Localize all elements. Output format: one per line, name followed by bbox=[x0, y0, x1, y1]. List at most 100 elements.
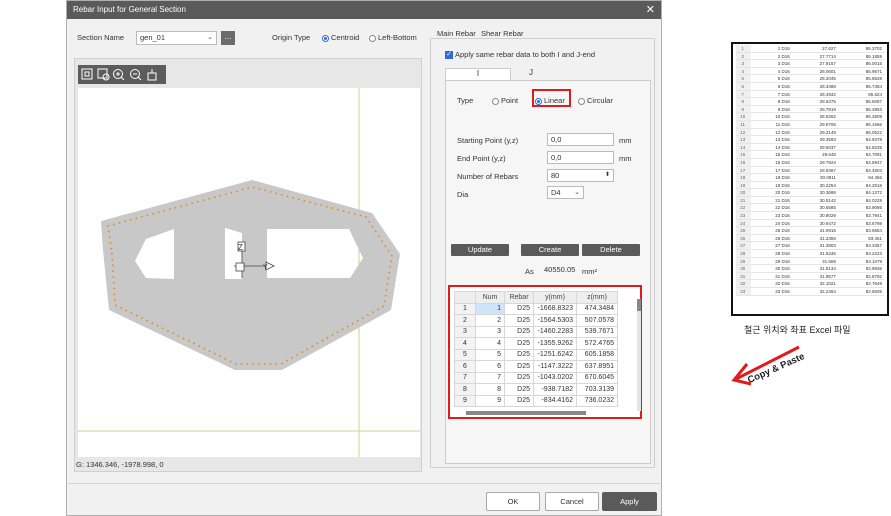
table-cell[interactable]: -938.7182 bbox=[533, 383, 577, 396]
table-row[interactable]: 6 6 D25 -1147.3222 637.8951 bbox=[454, 360, 618, 373]
table-vertical-scrollbar[interactable] bbox=[637, 299, 641, 411]
excel-cell: 83.1079 bbox=[865, 258, 882, 264]
excel-cell: 3 D16 bbox=[777, 61, 790, 67]
table-cell[interactable]: D25 bbox=[504, 383, 534, 396]
table-cell[interactable]: 3 bbox=[454, 325, 476, 338]
table-cell[interactable]: 5 bbox=[475, 348, 505, 361]
table-cell[interactable]: 9 bbox=[475, 394, 505, 407]
table-cell[interactable]: D25 bbox=[504, 325, 534, 338]
table-cell[interactable]: 3 bbox=[475, 325, 505, 338]
type-circular-radio[interactable]: Circular bbox=[578, 96, 613, 105]
table-cell[interactable]: D25 bbox=[504, 371, 534, 384]
table-row[interactable]: 7 7 D25 -1043.0202 670.6045 bbox=[454, 371, 618, 384]
type-point-radio[interactable]: Point bbox=[492, 96, 518, 105]
ok-button[interactable]: OK bbox=[486, 492, 540, 511]
table-cell[interactable]: 539.7671 bbox=[576, 325, 618, 338]
column-header[interactable]: Num bbox=[475, 291, 505, 304]
excel-cell: 30.2254 bbox=[819, 182, 836, 188]
table-cell[interactable]: D25 bbox=[504, 337, 534, 350]
apply-button[interactable]: Apply bbox=[602, 492, 657, 511]
table-cell[interactable]: 703.3139 bbox=[576, 383, 618, 396]
table-cell[interactable]: 1 bbox=[454, 302, 476, 315]
table-cell[interactable]: 4 bbox=[475, 337, 505, 350]
zoom-out-icon[interactable] bbox=[130, 69, 142, 81]
section-canvas[interactable]: Z Y bbox=[78, 88, 420, 457]
table-row[interactable]: 3 3 D25 -1460.2283 539.7671 bbox=[454, 325, 618, 338]
column-header[interactable]: Rebar bbox=[504, 291, 534, 304]
table-cell[interactable]: 2 bbox=[454, 314, 476, 327]
table-cell[interactable]: -1043.0202 bbox=[533, 371, 577, 384]
table-cell[interactable]: 6 bbox=[454, 360, 476, 373]
table-cell[interactable]: -1251.6242 bbox=[533, 348, 577, 361]
column-header[interactable]: z(mm) bbox=[576, 291, 618, 304]
table-cell[interactable]: 670.6045 bbox=[576, 371, 618, 384]
table-cell[interactable]: D25 bbox=[504, 394, 534, 407]
type-linear-radio[interactable]: Linear bbox=[535, 96, 565, 105]
excel-row: 32 32 D16 32.1021 82.7648 bbox=[736, 280, 884, 288]
table-cell[interactable]: -1355.9262 bbox=[533, 337, 577, 350]
table-row[interactable]: 8 8 D25 -938.7182 703.3139 bbox=[454, 383, 618, 396]
excel-cell: 2 bbox=[736, 52, 752, 60]
table-horizontal-scrollbar[interactable] bbox=[466, 411, 586, 415]
table-row[interactable]: 4 4 D25 -1355.9262 572.4765 bbox=[454, 337, 618, 350]
end-point-input[interactable]: 0,0 bbox=[547, 151, 614, 164]
cancel-label: Cancel bbox=[560, 497, 584, 506]
table-cell[interactable]: -834.4162 bbox=[533, 394, 577, 407]
excel-cell: 2 D16 bbox=[777, 53, 790, 59]
table-cell[interactable]: 8 bbox=[454, 383, 476, 396]
table-cell[interactable]: -1564.5303 bbox=[533, 314, 577, 327]
table-cell[interactable]: -1460.2283 bbox=[533, 325, 577, 338]
table-cell[interactable]: 5 bbox=[454, 348, 476, 361]
number-of-rebars-stepper[interactable]: 80 ⬍ bbox=[547, 169, 614, 182]
table-cell[interactable]: 7 bbox=[454, 371, 476, 384]
dia-select[interactable]: D4 ⌄ bbox=[547, 186, 584, 199]
cancel-button[interactable]: Cancel bbox=[545, 492, 599, 511]
table-cell[interactable]: 8 bbox=[475, 383, 505, 396]
table-cell[interactable]: 6 bbox=[475, 360, 505, 373]
table-cell[interactable]: 7 bbox=[475, 371, 505, 384]
section-browse-button[interactable]: ... bbox=[221, 31, 235, 45]
table-cell[interactable]: D25 bbox=[504, 302, 534, 315]
zoom-window-icon[interactable] bbox=[97, 68, 110, 81]
tab-j-end[interactable]: J bbox=[511, 68, 551, 80]
table-cell[interactable]: 736.0232 bbox=[576, 394, 618, 407]
pan-icon[interactable] bbox=[147, 69, 157, 81]
table-row[interactable]: 5 5 D25 -1251.6242 605.1858 bbox=[454, 348, 618, 361]
table-cell[interactable]: 507.0578 bbox=[576, 314, 618, 327]
apply-same-checkbox[interactable]: ✓ Apply same rebar data to both I and J-e… bbox=[445, 50, 595, 60]
delete-button[interactable]: Delete bbox=[582, 244, 640, 256]
table-cell[interactable]: -1147.3222 bbox=[533, 360, 577, 373]
section-name-select[interactable]: gen_01 ⌄ bbox=[136, 31, 217, 45]
create-button[interactable]: Create bbox=[521, 244, 579, 256]
table-cell[interactable]: 2 bbox=[475, 314, 505, 327]
update-button[interactable]: Update bbox=[451, 244, 509, 256]
table-cell[interactable]: 1 bbox=[475, 302, 505, 315]
table-cell[interactable]: D25 bbox=[504, 314, 534, 327]
tab-shear-rebar[interactable]: Shear Rebar bbox=[481, 29, 524, 38]
table-row[interactable]: 9 9 D25 -834.4162 736.0232 bbox=[454, 394, 618, 407]
start-point-input[interactable]: 0,0 bbox=[547, 133, 614, 146]
scrollbar-thumb[interactable] bbox=[637, 299, 641, 311]
origin-centroid-radio[interactable]: Centroid bbox=[322, 33, 359, 42]
table-cell[interactable]: 474.3484 bbox=[576, 302, 618, 315]
origin-leftbottom-radio[interactable]: Left-Bottom bbox=[369, 33, 417, 42]
table-cell[interactable]: D25 bbox=[504, 360, 534, 373]
table-cell[interactable]: 4 bbox=[454, 337, 476, 350]
table-cell[interactable]: 605.1858 bbox=[576, 348, 618, 361]
rebar-table-container[interactable]: Num Rebar y(mm) z(mm) 1 1 D25 -1668.8323 474… bbox=[454, 291, 636, 414]
table-cell[interactable]: D25 bbox=[504, 348, 534, 361]
tab-i-end[interactable]: I bbox=[445, 68, 511, 80]
table-cell[interactable]: 572.4765 bbox=[576, 337, 618, 350]
rebar-table[interactable]: Num Rebar y(mm) z(mm) 1 1 D25 -1668.8323 474… bbox=[454, 291, 618, 407]
table-row[interactable]: 2 2 D25 -1564.5303 507.0578 bbox=[454, 314, 618, 327]
table-cell[interactable]: -1668.8323 bbox=[533, 302, 577, 315]
table-cell[interactable]: 637.8951 bbox=[576, 360, 618, 373]
excel-row: 24 24 D16 30.9472 83.6798 bbox=[736, 219, 884, 228]
table-row[interactable]: 1 1 D25 -1668.8323 474.3484 bbox=[454, 302, 618, 315]
zoom-fit-icon[interactable] bbox=[81, 68, 93, 80]
stepper-arrows-icon[interactable]: ⬍ bbox=[605, 170, 610, 181]
zoom-in-icon[interactable] bbox=[113, 69, 125, 81]
table-cell[interactable]: 9 bbox=[454, 394, 476, 407]
close-icon[interactable]: ✕ bbox=[646, 1, 655, 19]
column-header[interactable]: y(mm) bbox=[533, 291, 577, 304]
